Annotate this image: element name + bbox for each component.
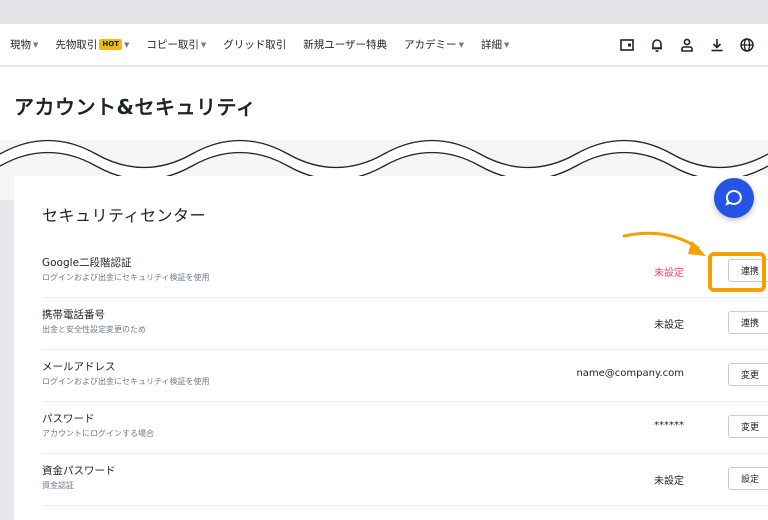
chevron-down-icon: ▼: [458, 40, 464, 49]
download-icon[interactable]: [708, 36, 726, 54]
set-fund-password-button[interactable]: 設定: [728, 467, 768, 490]
change-email-button[interactable]: 変更: [728, 363, 768, 386]
chevron-down-icon: ▼: [200, 40, 207, 49]
security-row-password: パスワード アカウントにログインする場合 ****** 変更: [42, 402, 768, 454]
nav-item-label: コピー取引: [146, 39, 199, 51]
row-status: 未設定: [654, 268, 684, 279]
row-status: ******: [654, 420, 684, 431]
nav-icon-group: [606, 24, 756, 66]
row-label: パスワード: [42, 413, 95, 425]
nav-item-new-user-bonus[interactable]: 新規ユーザー特典: [303, 37, 387, 52]
nav-item-futures[interactable]: 先物取引 HOT ▼: [55, 37, 129, 52]
nav-item-academy[interactable]: アカデミー ▼: [404, 37, 464, 52]
link-phone-button[interactable]: 連携: [728, 311, 768, 334]
highlight-frame: [708, 252, 766, 292]
nav-item-label: 先物取引: [55, 39, 98, 51]
row-description: 資金認証: [42, 481, 74, 490]
nav-item-label: 新規ユーザー特典: [303, 39, 388, 51]
row-status: name@company.com: [576, 368, 684, 379]
security-row-phone: 携帯電話番号 出金と安全性設定変更のため 未設定 連携: [42, 298, 768, 350]
row-description: 出金と安全性設定変更のため: [42, 325, 146, 334]
row-description: ログインおよび出金にセキュリティ検証を使用: [42, 377, 210, 386]
chevron-down-icon: ▼: [123, 40, 130, 49]
row-description: アカウントにログインする場合: [42, 429, 154, 438]
nav-item-label: 現物: [10, 39, 31, 51]
nav-item-label: 詳細: [480, 39, 502, 51]
row-label: 資金パスワード: [42, 465, 116, 477]
hot-badge: HOT: [99, 39, 122, 50]
section-title: セキュリティセンター: [42, 206, 207, 225]
chat-support-button[interactable]: [714, 178, 754, 218]
globe-icon[interactable]: [738, 36, 756, 54]
nav-item-copy-trading[interactable]: コピー取引 ▼: [146, 37, 206, 52]
nav-item-spot[interactable]: 現物 ▼: [10, 37, 38, 52]
row-label: Google二段階認証: [42, 257, 132, 269]
row-status: 未設定: [654, 320, 684, 331]
chevron-down-icon: ▼: [503, 40, 510, 49]
row-description: ログインおよび出金にセキュリティ検証を使用: [42, 273, 210, 282]
wallet-icon[interactable]: [618, 36, 636, 54]
page-title: アカウント&セキュリティ: [14, 95, 257, 119]
chevron-down-icon: ▼: [33, 40, 39, 49]
row-status: 未設定: [654, 476, 684, 487]
security-row-email: メールアドレス ログインおよび出金にセキュリティ検証を使用 name@compa…: [42, 350, 768, 402]
nav-item-label: アカデミー: [404, 39, 457, 51]
nav-item-label: グリッド取引: [223, 39, 287, 51]
row-label: メールアドレス: [42, 361, 116, 373]
user-icon[interactable]: [678, 36, 696, 54]
nav-item-grid-trading[interactable]: グリッド取引: [223, 37, 286, 52]
row-label: 携帯電話番号: [42, 309, 105, 321]
nav-item-more[interactable]: 詳細 ▼: [481, 37, 509, 52]
change-password-button[interactable]: 変更: [728, 415, 768, 438]
pointer-arrow-icon: [622, 231, 706, 256]
browser-top-bar: [0, 0, 768, 24]
security-row-fund-password: 資金パスワード 資金認証 未設定 設定: [42, 454, 768, 506]
bell-icon[interactable]: [648, 36, 666, 54]
chat-bubble-icon: [725, 189, 742, 206]
top-navbar: 現物 ▼ 先物取引 HOT ▼ コピー取引 ▼ グリッド取引 新規ユーザー特典 アカデミ…: [0, 24, 768, 66]
